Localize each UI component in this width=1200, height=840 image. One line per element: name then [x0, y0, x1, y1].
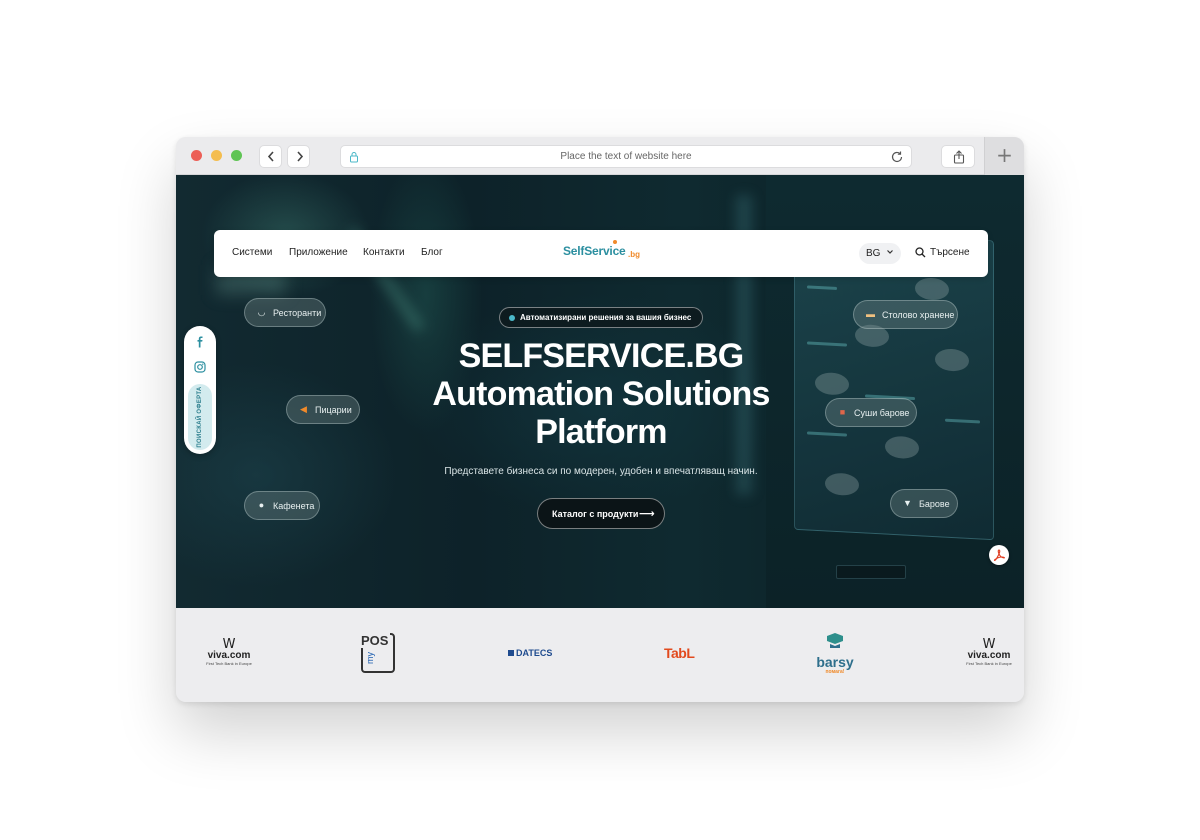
barsy-text: barsy: [816, 654, 854, 670]
url-bar[interactable]: Place the text of website here: [340, 145, 912, 168]
viva-text: viva.com: [967, 650, 1011, 661]
category-sushi-bars[interactable]: ■ Суши барове: [825, 398, 917, 427]
barsy-logo: barsy помага!: [810, 632, 860, 675]
tabl-logo: TabL: [664, 645, 695, 661]
badge-dot: [509, 315, 515, 321]
plus-icon: +: [996, 143, 1013, 167]
share-button[interactable]: [941, 145, 975, 168]
share-icon: [953, 150, 965, 164]
category-label: Суши барове: [854, 408, 910, 418]
language-selector[interactable]: BG: [859, 243, 901, 264]
hero-title-line: SELFSERVICE.BG: [458, 337, 745, 375]
nav-link-blog[interactable]: Блог: [421, 247, 443, 258]
pdf-download-button[interactable]: [989, 545, 1009, 565]
logo-wifi-dot: [613, 240, 617, 244]
hero-title-line: Platform: [535, 413, 667, 451]
viva-tagline: First Tech Bank in Europe: [966, 661, 1012, 666]
request-offer-label: ПОИСКАЙ ОФЕРТА: [197, 386, 203, 448]
menu-line: [807, 285, 837, 291]
category-restaurants[interactable]: ◡ Ресторанти: [244, 298, 326, 327]
browser-toolbar: Place the text of website here +: [176, 137, 1024, 175]
viva-logo: W viva.com First Tech Bank in Europe: [204, 637, 254, 666]
search-icon[interactable]: [915, 247, 926, 258]
request-offer-button[interactable]: ПОИСКАЙ ОФЕРТА: [188, 384, 212, 450]
mypos-logo: POS my: [361, 633, 395, 673]
nav-link-systems[interactable]: Системи: [232, 247, 272, 258]
nav-link-contacts[interactable]: Контакти: [363, 247, 405, 258]
arrow-right-icon: ⟶: [639, 507, 655, 520]
forward-button[interactable]: [287, 145, 310, 168]
viva-text: viva.com: [207, 650, 251, 661]
viva-logo: W viva.com First Tech Bank in Europe: [964, 637, 1014, 666]
category-label: Пицарии: [315, 405, 352, 415]
search-button[interactable]: Търсене: [930, 247, 970, 258]
category-label: Ресторанти: [273, 308, 322, 318]
menu-line: [807, 341, 847, 347]
hero-badge: Автоматизирани решения за вашия бизнес: [499, 307, 703, 328]
pdf-icon: [993, 549, 1005, 561]
page-background: Place the text of website here + Системи…: [0, 0, 1200, 840]
burger-icon: ▬: [866, 309, 875, 319]
datecs-mark: [508, 650, 514, 656]
viva-tagline: First Tech Bank in Europe: [206, 661, 252, 666]
language-value: BG: [866, 248, 881, 259]
coffee-icon: ●: [258, 500, 265, 510]
facebook-icon[interactable]: [194, 336, 206, 348]
mypos-my: my: [365, 652, 375, 664]
food-photo: [915, 277, 949, 301]
datecs-text: DATECS: [516, 648, 553, 658]
catalog-button-label: Каталог с продукти: [552, 509, 639, 519]
chevron-left-icon: [267, 151, 274, 162]
catalog-button[interactable]: Каталог с продукти ⟶: [537, 498, 665, 529]
site-logo-tld: .bg: [628, 250, 640, 259]
minimize-window-button[interactable]: [211, 150, 222, 161]
hero-section: Системи Приложение Контакти Блог SelfSer…: [176, 175, 1024, 608]
new-tab-button[interactable]: +: [984, 137, 1024, 175]
mypos-text: POS: [361, 633, 391, 648]
food-photo: [885, 435, 919, 460]
reload-icon[interactable]: [890, 150, 904, 164]
maximize-window-button[interactable]: [231, 150, 242, 161]
category-label: Барове: [919, 499, 950, 509]
food-photo: [825, 472, 859, 497]
nav-link-app[interactable]: Приложение: [289, 247, 348, 258]
category-pizzerias[interactable]: ◀ Пицарии: [286, 395, 360, 424]
food-photo: [935, 348, 969, 372]
close-window-button[interactable]: [191, 150, 202, 161]
site-navbar: Системи Приложение Контакти Блог SelfSer…: [214, 230, 988, 277]
chevron-right-icon: [297, 151, 304, 162]
back-button[interactable]: [259, 145, 282, 168]
datecs-logo: DATECS: [508, 648, 552, 658]
chevron-down-icon: [887, 250, 893, 254]
barsy-mark: [827, 633, 843, 648]
category-label: Столово хранене: [882, 310, 955, 320]
cocktail-icon: ▼: [903, 498, 912, 508]
browser-window: Place the text of website here + Системи…: [176, 137, 1024, 702]
site-logo[interactable]: SelfService: [563, 244, 626, 258]
category-cafes[interactable]: ● Кафенета: [244, 491, 320, 520]
viva-mark: W: [222, 637, 236, 652]
menu-line: [945, 418, 980, 424]
menu-line: [807, 431, 847, 437]
category-label: Кафенета: [273, 501, 315, 511]
hero-title-line: Automation Solutions: [432, 375, 770, 413]
category-canteens[interactable]: ▬ Столово хранене: [853, 300, 958, 329]
viva-mark: W: [982, 637, 996, 652]
category-bars[interactable]: ▼ Барове: [890, 489, 958, 518]
hero-title: SELFSERVICE.BG Automation Solutions Plat…: [400, 337, 802, 451]
pizza-icon: ◀: [300, 404, 307, 414]
social-sidebar: ПОИСКАЙ ОФЕРТА: [184, 326, 216, 454]
food-photo: [815, 371, 849, 396]
url-text: Place the text of website here: [560, 151, 692, 162]
cloche-icon: ◡: [257, 307, 266, 317]
hero-badge-text: Автоматизирани решения за вашия бизнес: [520, 313, 692, 322]
sushi-icon: ■: [839, 407, 846, 417]
kiosk-card-slot: [836, 565, 906, 579]
partner-logos: W viva.com First Tech Bank in Europe POS…: [176, 608, 1024, 702]
hero-subtitle: Представете бизнеса си по модерен, удобе…: [444, 466, 758, 477]
instagram-icon[interactable]: [194, 361, 206, 373]
